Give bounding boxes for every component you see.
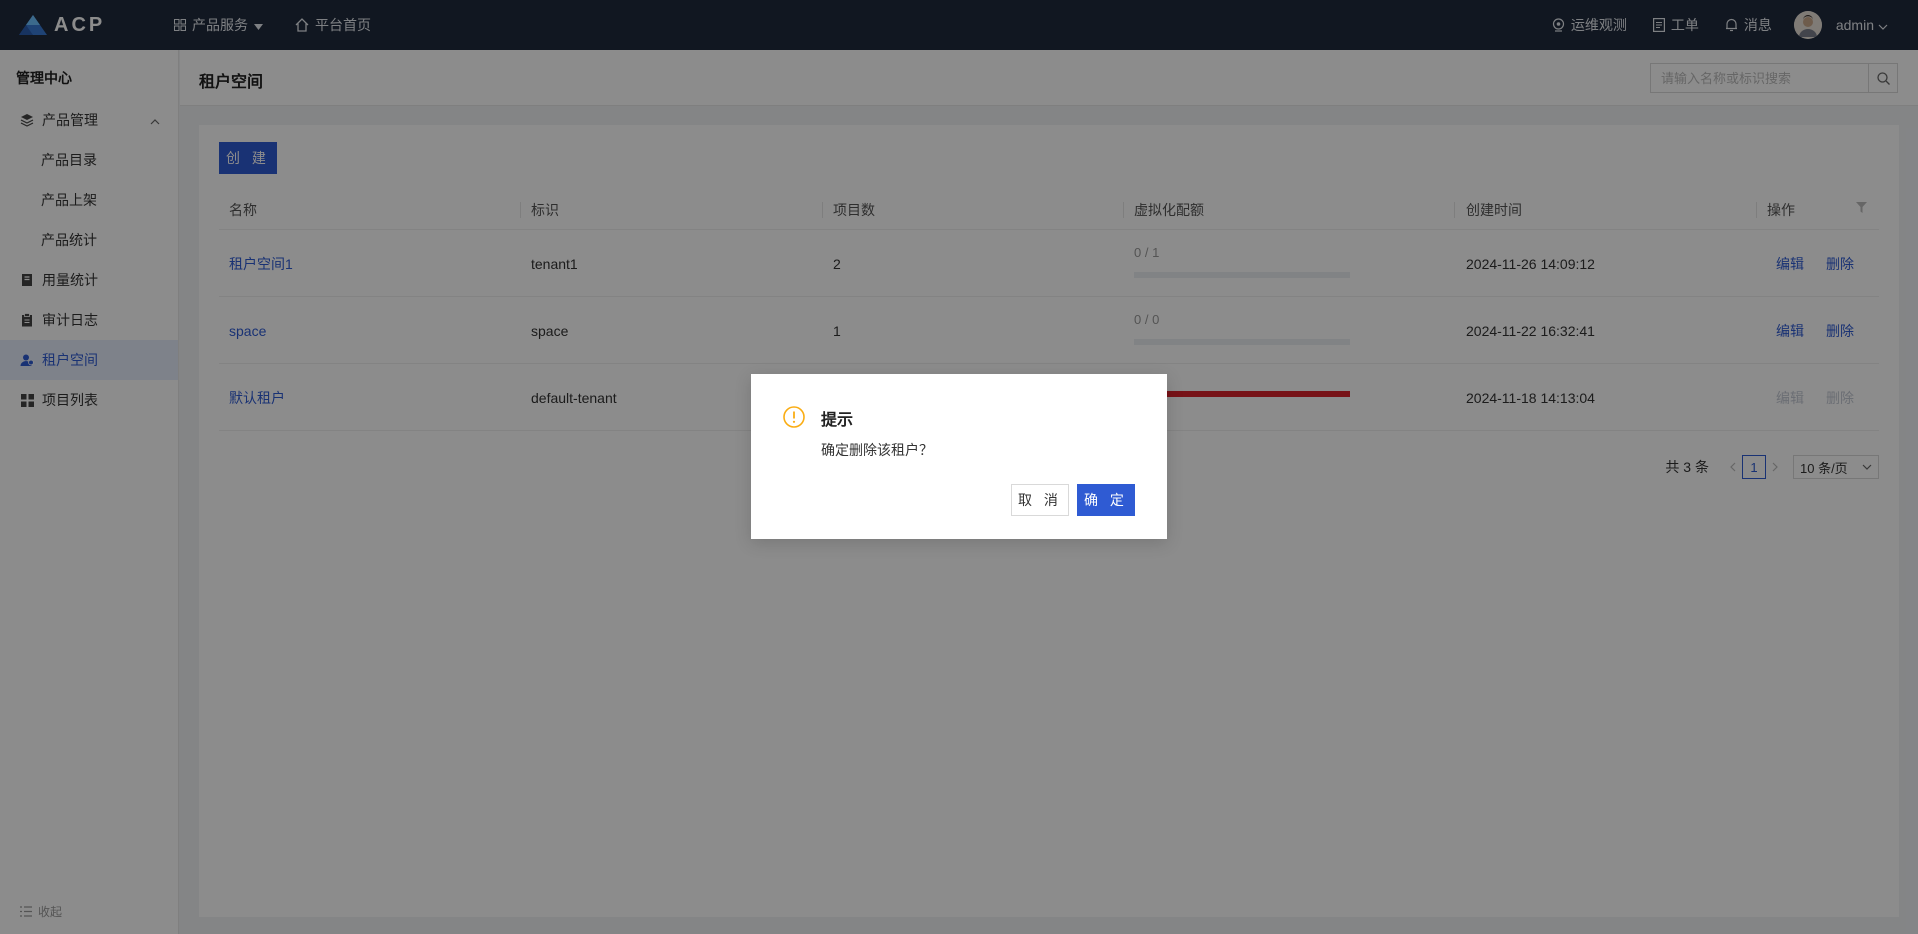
- confirm-dialog: 提示 确定删除该租户？ 取 消 确 定: [751, 374, 1167, 539]
- dialog-title: 提示: [821, 412, 854, 429]
- dialog-message: 确定删除该租户？: [821, 442, 933, 458]
- confirm-button[interactable]: 确 定: [1077, 484, 1135, 516]
- dialog-buttons: 取 消 确 定: [1011, 484, 1135, 516]
- cancel-button[interactable]: 取 消: [1011, 484, 1069, 516]
- warning-icon: [783, 406, 805, 428]
